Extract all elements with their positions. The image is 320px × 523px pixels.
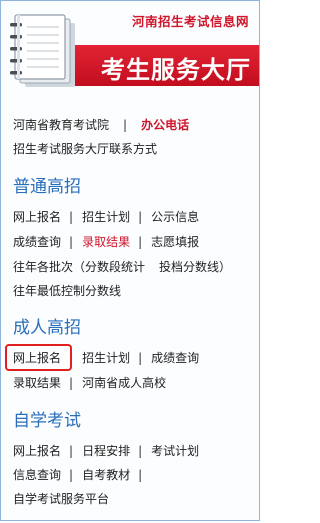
- separator: |: [138, 444, 143, 458]
- hall-title-bar: 考生服务大厅: [71, 45, 259, 86]
- contact-row: 河南省教育考试院 | 办公电话: [13, 118, 189, 133]
- separator: |: [138, 235, 143, 249]
- separator: |: [69, 444, 74, 458]
- general-row-2: 成绩查询 | 录取结果 | 志愿填报: [13, 235, 199, 250]
- site-name[interactable]: 河南招生考试信息网: [132, 11, 249, 30]
- self-study-row-1: 网上报名 | 日程安排 | 考试计划: [13, 444, 199, 459]
- general-past-min-lines-link[interactable]: 往年最低控制分数线: [13, 284, 121, 299]
- separator: |: [69, 235, 74, 249]
- section-title-general[interactable]: 普通高招: [13, 177, 81, 197]
- general-investment-line-link[interactable]: 投档分数线）: [159, 260, 231, 275]
- separator: |: [138, 468, 143, 482]
- general-row-3: 往年各批次（分数段统计 投档分数线）: [13, 260, 231, 275]
- notebook-icon: [10, 14, 75, 87]
- general-public-info-link[interactable]: 公示信息: [151, 210, 199, 225]
- self-study-schedule-link[interactable]: 日程安排: [82, 444, 130, 459]
- adult-enroll-plan-link[interactable]: 招生计划: [82, 351, 130, 366]
- service-hall-panel: 考生服务大厅 河南招生考试信息网 河南省教育考试院 | 办公电话 招生考试服务大…: [0, 0, 260, 521]
- adult-score-query-link[interactable]: 成绩查询: [151, 351, 199, 366]
- general-admission-result-link[interactable]: 录取结果: [82, 235, 130, 250]
- hall-contact-link[interactable]: 招生考试服务大厅联系方式: [13, 142, 157, 157]
- general-volunteer-fill-link[interactable]: 志愿填报: [151, 235, 199, 250]
- adult-row-2: 录取结果 | 河南省成人高校: [13, 376, 166, 391]
- self-study-row-3: 自学考试服务平台: [13, 492, 109, 507]
- separator: |: [138, 210, 143, 224]
- self-study-exam-plan-link[interactable]: 考试计划: [151, 444, 199, 459]
- exam-institute-link[interactable]: 河南省教育考试院: [13, 118, 109, 133]
- separator: |: [69, 376, 74, 390]
- self-study-textbooks-link[interactable]: 自考教材: [82, 468, 130, 483]
- general-row-1: 网上报名 | 招生计划 | 公示信息: [13, 210, 199, 225]
- separator: |: [123, 118, 128, 132]
- hall-title: 考生服务大厅: [101, 56, 251, 84]
- adult-admission-result-link[interactable]: 录取结果: [13, 376, 61, 391]
- section-title-adult[interactable]: 成人高招: [13, 318, 81, 338]
- self-study-online-signup-link[interactable]: 网上报名: [13, 444, 61, 459]
- general-row-4: 往年最低控制分数线: [13, 284, 121, 299]
- self-study-info-query-link[interactable]: 信息查询: [13, 468, 61, 483]
- separator: |: [69, 210, 74, 224]
- general-score-query-link[interactable]: 成绩查询: [13, 235, 61, 250]
- selection-highlight-box: [5, 344, 72, 371]
- self-study-service-platform-link[interactable]: 自学考试服务平台: [13, 492, 109, 507]
- header-banner: 考生服务大厅 河南招生考试信息网: [1, 1, 259, 99]
- hall-contact-row: 招生考试服务大厅联系方式: [13, 142, 157, 157]
- separator: |: [138, 351, 143, 365]
- general-online-signup-link[interactable]: 网上报名: [13, 210, 61, 225]
- general-enroll-plan-link[interactable]: 招生计划: [82, 210, 130, 225]
- adult-colleges-link[interactable]: 河南省成人高校: [82, 376, 166, 391]
- general-past-batches-link[interactable]: 往年各批次（分数段统计: [13, 260, 145, 275]
- self-study-row-2: 信息查询 | 自考教材 |: [13, 468, 151, 483]
- office-phone-link[interactable]: 办公电话: [141, 118, 189, 133]
- separator: |: [69, 468, 74, 482]
- section-title-self-study[interactable]: 自学考试: [13, 411, 81, 431]
